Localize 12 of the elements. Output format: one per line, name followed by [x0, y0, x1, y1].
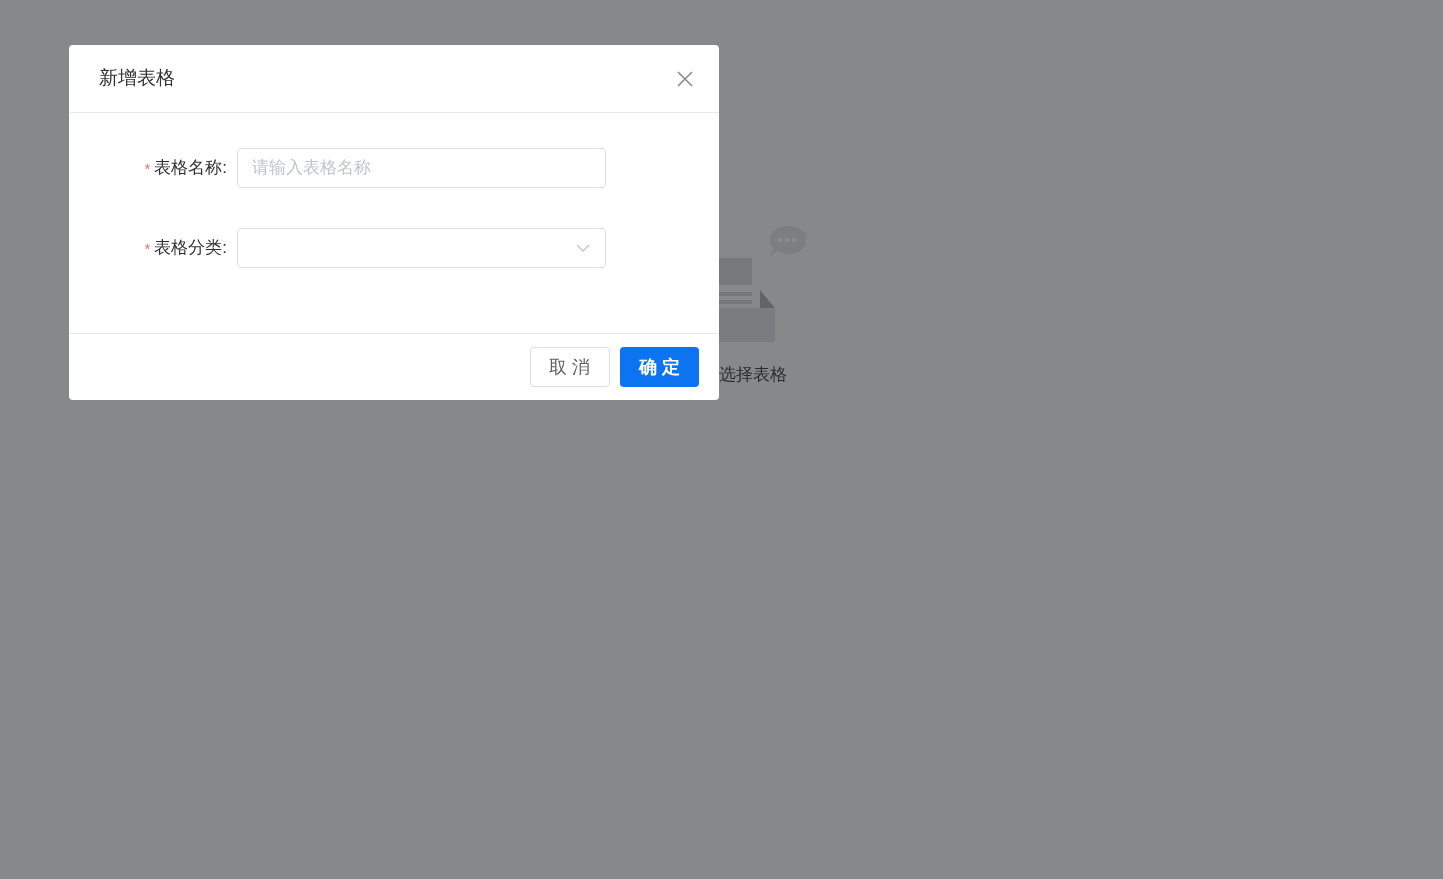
close-icon[interactable]: [677, 70, 693, 87]
confirm-button[interactable]: 确 定: [620, 347, 699, 387]
empty-state-text: 选择表格: [719, 364, 787, 386]
input-field[interactable]: 请输入表格名称: [237, 148, 606, 188]
chevron-down-icon: [576, 244, 590, 252]
required-mark: *: [144, 159, 151, 180]
select-field[interactable]: [237, 228, 606, 268]
field-label: 表格名称:: [154, 157, 227, 180]
required-mark: *: [144, 239, 151, 260]
cancel-button[interactable]: 取 消: [530, 347, 610, 387]
field-label: 表格分类:: [154, 237, 227, 260]
dialog-title: 新增表格: [99, 66, 175, 91]
